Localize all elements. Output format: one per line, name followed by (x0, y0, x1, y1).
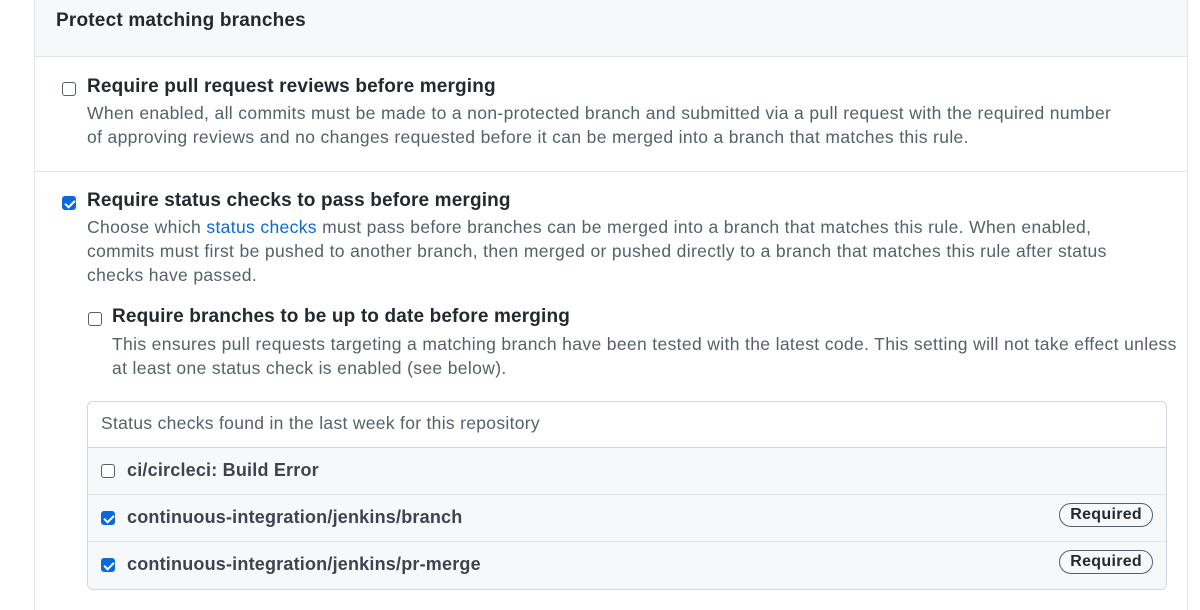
require-pr-reviews-checkbox[interactable] (62, 82, 76, 96)
divider (35, 171, 1187, 172)
status-checks-link[interactable]: status checks (206, 217, 317, 237)
require-up-to-date-description: This ensures pull requests targeting a m… (112, 334, 1177, 378)
status-checks-list: Status checks found in the last week for… (87, 401, 1167, 590)
status-check-checkbox[interactable] (101, 511, 115, 525)
require-status-checks-description: Choose which status checks must pass bef… (87, 215, 1157, 287)
section-title: Protect matching branches (35, 0, 1187, 57)
status-check-row: continuous-integration/jenkins/branch Re… (88, 495, 1166, 542)
required-badge: Required (1059, 550, 1153, 574)
status-check-name[interactable]: ci/circleci: Build Error (127, 460, 319, 481)
branch-protection-panel: Protect matching branches Require pull r… (34, 0, 1188, 610)
status-checks-header: Status checks found in the last week for… (88, 402, 1166, 448)
require-up-to-date-label[interactable]: Require branches to be up to date before… (112, 306, 570, 328)
require-pr-reviews-label[interactable]: Require pull request reviews before merg… (87, 76, 496, 98)
description-text: Choose which (87, 217, 207, 237)
status-check-name[interactable]: continuous-integration/jenkins/branch (127, 507, 462, 528)
status-check-row: continuous-integration/jenkins/pr-merge … (88, 542, 1166, 589)
status-check-row: ci/circleci: Build Error (88, 448, 1166, 495)
status-check-checkbox[interactable] (101, 558, 115, 572)
require-pr-reviews-description: When enabled, all commits must be made t… (87, 103, 1112, 147)
require-up-to-date-checkbox[interactable] (88, 312, 102, 326)
required-badge: Required (1059, 503, 1153, 527)
require-status-checks-label[interactable]: Require status checks to pass before mer… (87, 190, 511, 212)
require-status-checks-checkbox[interactable] (62, 196, 76, 210)
status-check-checkbox[interactable] (101, 464, 115, 478)
status-check-name[interactable]: continuous-integration/jenkins/pr-merge (127, 554, 481, 575)
